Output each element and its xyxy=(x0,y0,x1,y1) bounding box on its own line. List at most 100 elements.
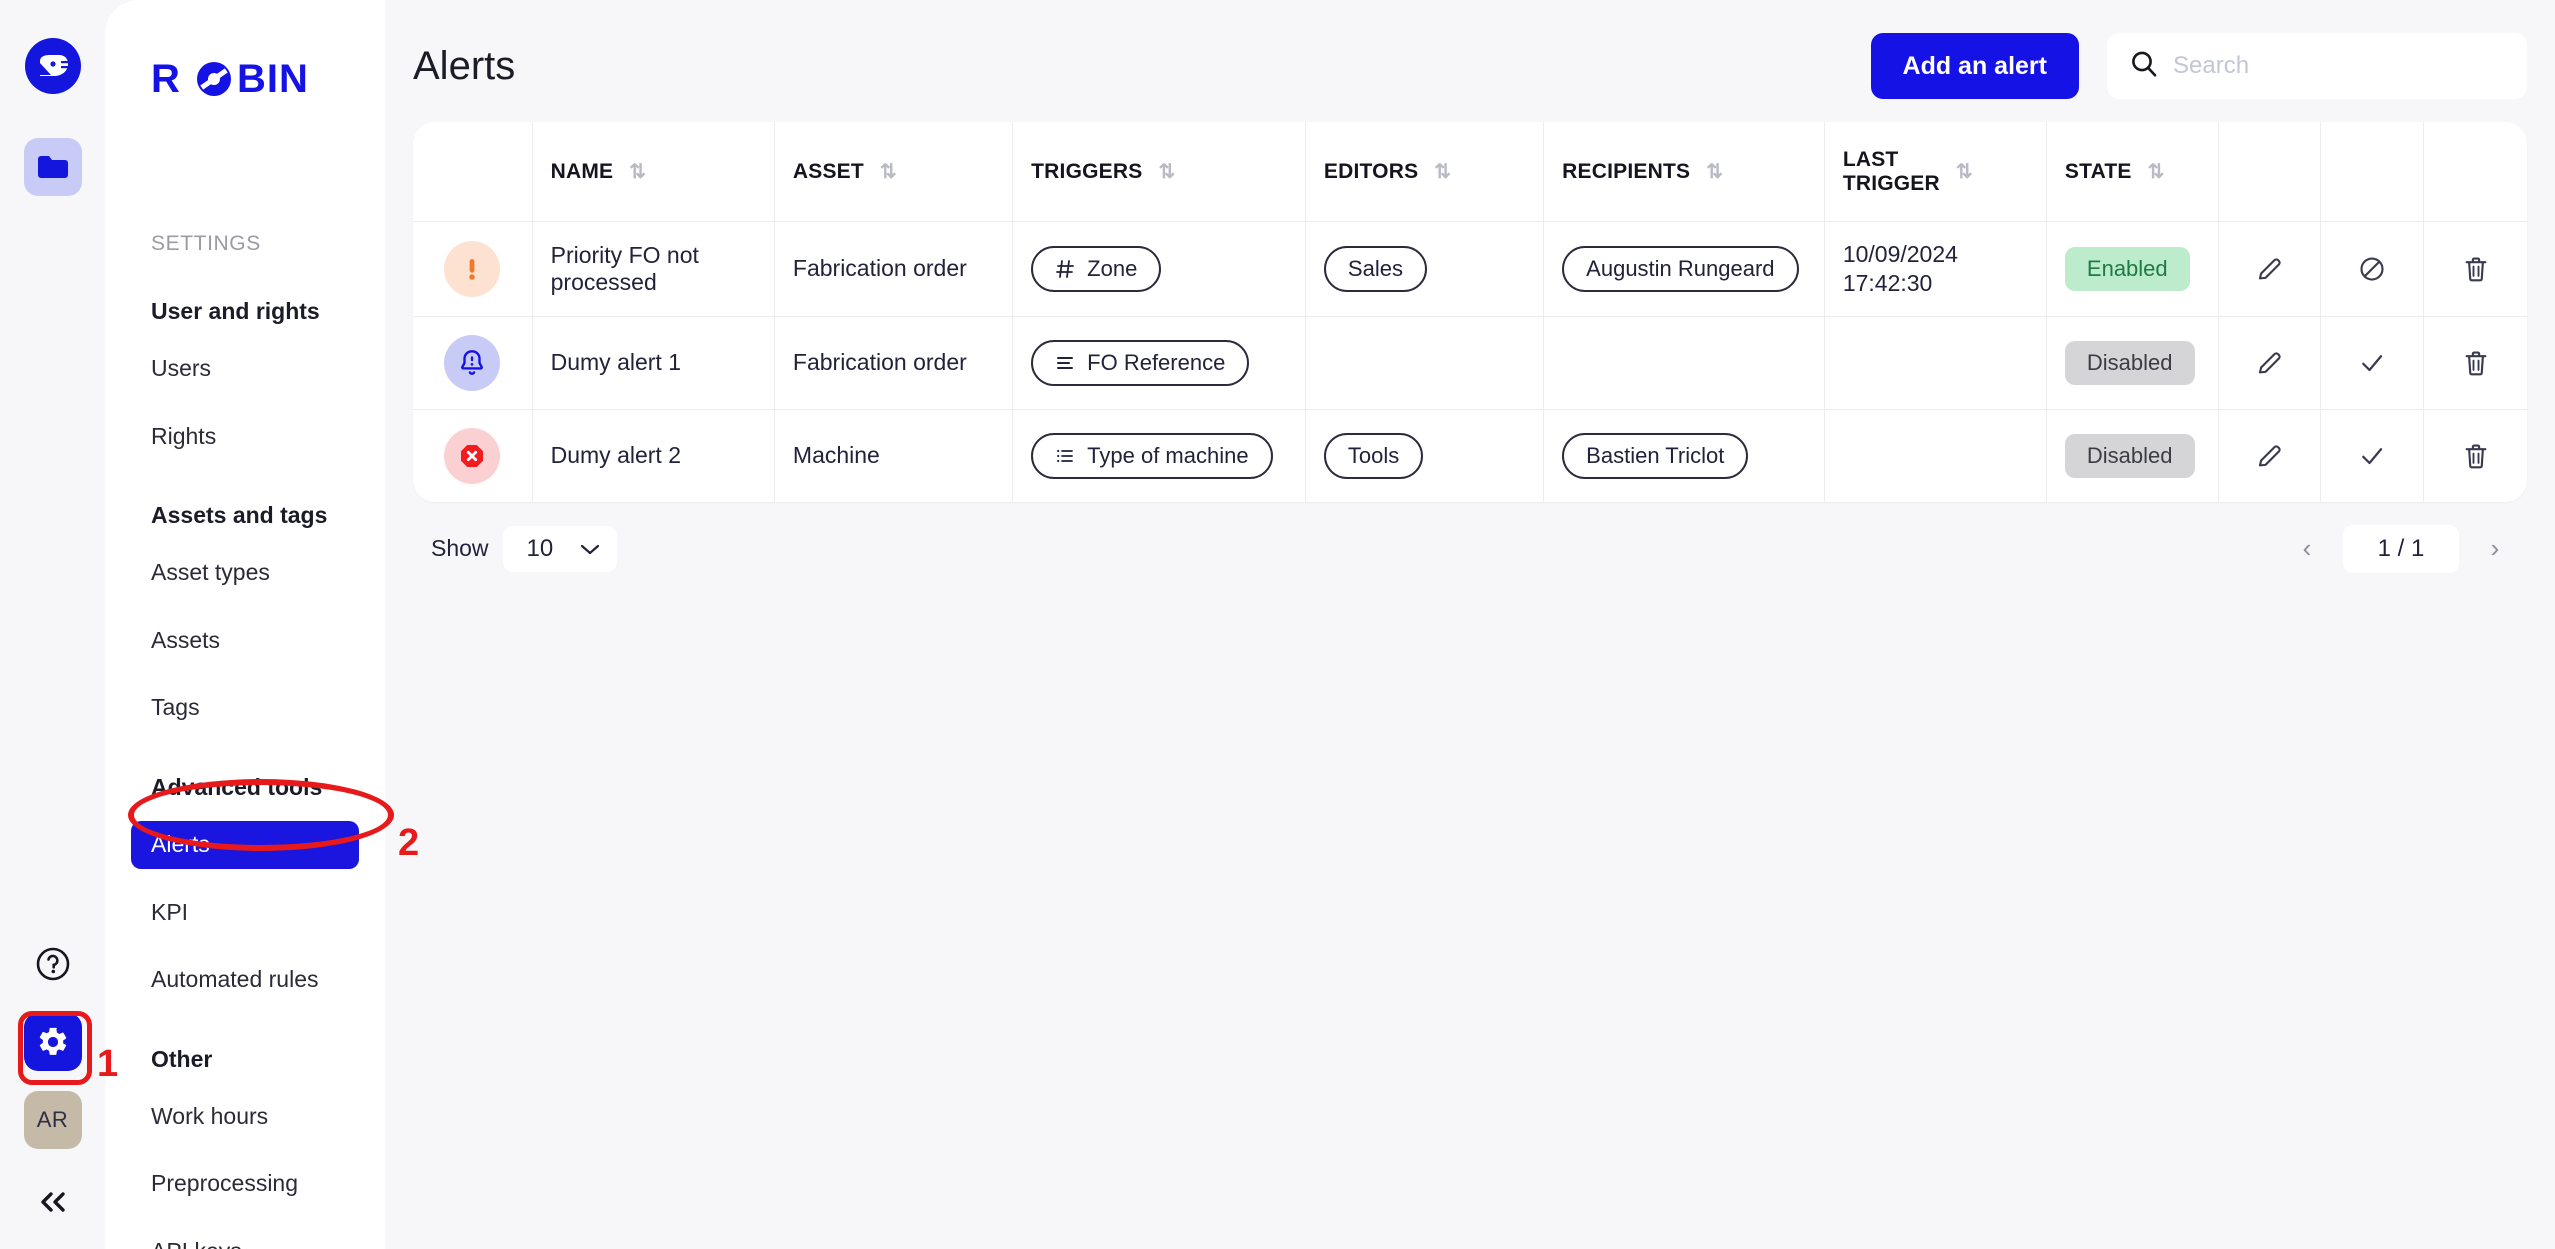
th-recipients[interactable]: RECIPIENTS ⇅ xyxy=(1543,122,1825,223)
sidebar-item-automated-rules[interactable]: Automated rules xyxy=(131,956,359,1004)
table-row[interactable]: Priority FO not processed Fabrication or… xyxy=(413,221,2527,317)
avatar[interactable]: AR xyxy=(23,1091,82,1149)
sidebar-group-advanced-tools: Advanced tools xyxy=(151,773,323,800)
cell-last-trigger: 10/09/2024 17:42:30 xyxy=(1824,221,2047,317)
editor-chip[interactable]: Sales xyxy=(1323,245,1427,292)
cell-state: Disabled xyxy=(2046,316,2219,410)
th-edit xyxy=(2218,122,2322,223)
trash-icon[interactable] xyxy=(2442,348,2509,378)
sort-icon[interactable]: ⇅ xyxy=(1434,159,1451,184)
warning-exclamation-icon xyxy=(444,240,501,297)
svg-text:BIN: BIN xyxy=(237,58,309,101)
show-label: Show xyxy=(431,535,489,562)
sort-icon[interactable]: ⇅ xyxy=(880,159,897,184)
cell-asset: Machine xyxy=(774,409,1014,502)
cell-icon xyxy=(413,221,533,317)
sidebar-item-rights[interactable]: Rights xyxy=(131,413,359,461)
th-editors-label: EDITORS xyxy=(1323,159,1419,183)
page-size-value: 10 xyxy=(526,534,554,562)
page-topbar: Alerts Add an alert xyxy=(413,26,2527,106)
edit-pencil-icon[interactable] xyxy=(2237,254,2303,284)
annotation-label-1: 1 xyxy=(97,1043,119,1085)
text-lines-icon xyxy=(1055,353,1075,373)
app-root: AR R BIN SETTINGS User and rights Users … xyxy=(0,0,2555,1249)
editor-label: Tools xyxy=(1347,442,1400,468)
prev-page-button[interactable]: ‹ xyxy=(2281,525,2333,573)
sidebar-item-work-hours[interactable]: Work hours xyxy=(131,1093,359,1141)
last-trigger-date: 10/09/2024 xyxy=(1842,241,1958,268)
editor-label: Sales xyxy=(1347,255,1403,281)
recipient-chip[interactable]: Augustin Rungeard xyxy=(1562,245,1799,292)
th-state[interactable]: STATE ⇅ xyxy=(2046,122,2219,223)
th-editors[interactable]: EDITORS ⇅ xyxy=(1305,122,1545,223)
cell-state: Enabled xyxy=(2046,221,2219,317)
pagination: ‹ 1 / 1 › xyxy=(2281,524,2521,573)
status-badge: Disabled xyxy=(2064,433,2195,478)
sidebar-item-alerts[interactable]: Alerts xyxy=(131,820,359,869)
trigger-chip[interactable]: Type of machine xyxy=(1031,432,1273,479)
sidebar-item-preprocessing[interactable]: Preprocessing xyxy=(131,1160,359,1208)
sidebar-item-kpi[interactable]: KPI xyxy=(131,889,359,937)
cell-state: Disabled xyxy=(2046,409,2219,502)
next-page-button[interactable]: › xyxy=(2469,525,2521,573)
cell-icon xyxy=(413,316,533,410)
trigger-chip[interactable]: Zone xyxy=(1031,245,1162,292)
cell-triggers: Zone xyxy=(1012,221,1306,317)
gear-icon[interactable] xyxy=(23,1013,82,1071)
check-icon[interactable] xyxy=(2339,441,2405,471)
sidebar-item-api-keys[interactable]: API keys xyxy=(131,1228,359,1249)
trash-icon[interactable] xyxy=(2442,441,2509,471)
trash-icon[interactable] xyxy=(2442,254,2509,284)
edit-pencil-icon[interactable] xyxy=(2237,441,2303,471)
cell-icon xyxy=(413,409,533,502)
cell-last-trigger xyxy=(1824,316,2047,410)
status-badge: Disabled xyxy=(2064,340,2195,385)
chevron-down-icon xyxy=(579,535,601,563)
table-row[interactable]: Dumy alert 1 Fabrication order FO Refere… xyxy=(413,316,2527,410)
sidebar-item-asset-types[interactable]: Asset types xyxy=(131,549,359,597)
stop-error-icon xyxy=(444,427,501,484)
sort-icon[interactable]: ⇅ xyxy=(2148,159,2165,184)
check-icon[interactable] xyxy=(2339,348,2405,378)
page-size-select[interactable]: 10 xyxy=(502,525,618,572)
th-last-trigger[interactable]: LAST TRIGGER ⇅ xyxy=(1824,122,2047,223)
search-box[interactable] xyxy=(2107,33,2527,99)
sidebar-item-tags[interactable]: Tags xyxy=(131,684,359,732)
trigger-label: FO Reference xyxy=(1087,349,1226,375)
table-body: Priority FO not processed Fabrication or… xyxy=(413,221,2527,502)
page-indicator[interactable]: 1 / 1 xyxy=(2343,524,2459,573)
th-name[interactable]: NAME ⇅ xyxy=(532,122,775,223)
cell-edit xyxy=(2218,316,2322,410)
th-icon xyxy=(413,122,533,223)
table-row[interactable]: Dumy alert 2 Machine Type of machine Too… xyxy=(413,409,2527,502)
recipient-chip[interactable]: Bastien Triclot xyxy=(1562,432,1749,479)
sidebar-item-assets[interactable]: Assets xyxy=(131,617,359,665)
th-triggers-label: TRIGGERS xyxy=(1031,159,1143,183)
folder-icon[interactable] xyxy=(23,138,82,196)
th-name-label: NAME xyxy=(550,159,614,183)
avatar-initials: AR xyxy=(36,1107,69,1132)
icon-rail: AR xyxy=(0,0,105,1249)
sort-icon[interactable]: ⇅ xyxy=(1158,159,1175,184)
th-triggers[interactable]: TRIGGERS ⇅ xyxy=(1012,122,1306,223)
status-badge: Enabled xyxy=(2064,246,2190,291)
add-alert-button[interactable]: Add an alert xyxy=(1870,33,2079,99)
cell-editors: Sales xyxy=(1305,221,1545,317)
help-icon[interactable] xyxy=(24,935,82,993)
edit-pencil-icon[interactable] xyxy=(2237,348,2303,378)
robin-bird-logo[interactable] xyxy=(24,38,81,94)
editor-chip[interactable]: Tools xyxy=(1323,432,1424,479)
th-toggle xyxy=(2320,122,2425,223)
search-input[interactable] xyxy=(2173,52,2505,80)
cell-editors xyxy=(1305,316,1545,410)
disable-circle-icon[interactable] xyxy=(2339,254,2405,284)
sort-icon[interactable]: ⇅ xyxy=(1706,159,1723,184)
cell-toggle xyxy=(2320,221,2425,317)
th-asset[interactable]: ASSET ⇅ xyxy=(774,122,1014,223)
collapse-icon[interactable] xyxy=(24,1173,82,1231)
sidebar-item-users[interactable]: Users xyxy=(131,345,359,393)
trigger-chip[interactable]: FO Reference xyxy=(1031,339,1250,386)
th-recipients-label: RECIPIENTS xyxy=(1562,159,1691,183)
sort-icon[interactable]: ⇅ xyxy=(629,159,646,184)
sort-icon[interactable]: ⇅ xyxy=(1956,159,1973,184)
